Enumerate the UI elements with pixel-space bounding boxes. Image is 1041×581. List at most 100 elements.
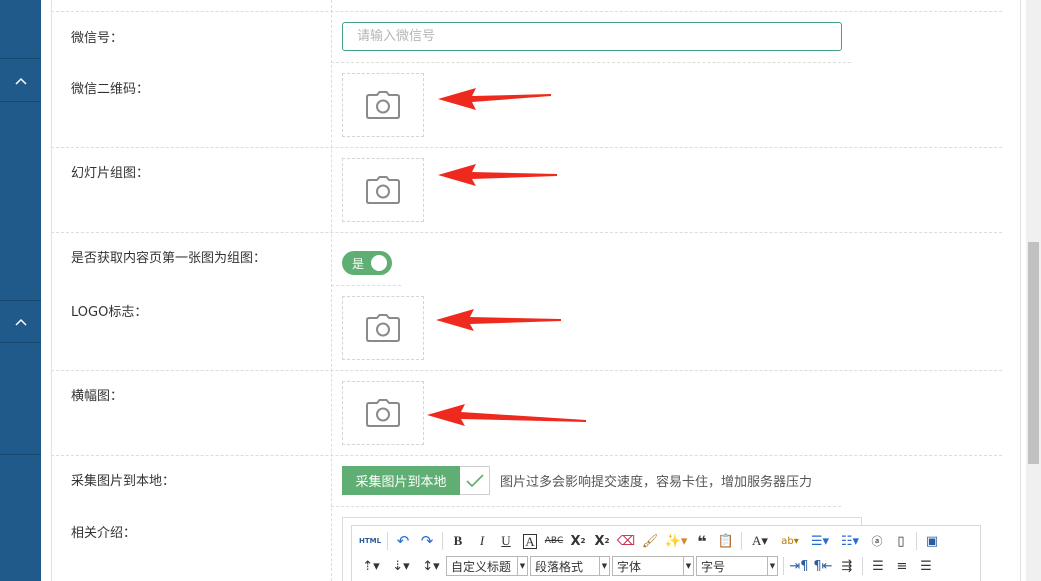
logo-upload[interactable] xyxy=(342,296,424,360)
row-divider xyxy=(51,455,1002,456)
collect-images-checkbox[interactable] xyxy=(460,466,490,495)
scrollbar-thumb[interactable] xyxy=(1028,242,1039,464)
insert-page-icon[interactable]: ▯ xyxy=(889,531,913,551)
wechat-input[interactable] xyxy=(342,22,842,51)
toggle-knob xyxy=(371,255,387,271)
undo-icon[interactable]: ↶ xyxy=(391,531,415,551)
toolbar-separator xyxy=(442,532,443,550)
logo-label: LOGO标志： xyxy=(71,305,148,320)
auto-first-image-label: 是否获取内容页第一张图为组图： xyxy=(71,251,267,266)
row-divider xyxy=(51,147,1002,148)
camera-icon xyxy=(366,399,400,427)
font-color-icon[interactable]: A▾ xyxy=(745,531,775,551)
wechat-label: 微信号： xyxy=(71,31,124,46)
arrow-indicator xyxy=(436,309,561,331)
heading-select-value: 自定义标题 xyxy=(451,559,512,574)
eraser-icon[interactable]: ⌫ xyxy=(614,531,638,551)
row-divider xyxy=(51,370,1002,371)
camera-icon xyxy=(366,91,400,119)
collect-images-tip: 图片过多会影响提交速度，容易卡住，增加服务器压力 xyxy=(500,475,813,490)
row-spacing-bottom-icon[interactable]: ⇣▾ xyxy=(386,556,416,576)
toolbar-separator xyxy=(783,557,784,575)
editor-toolbar: HTML ↶ ↷ B I U A ABC X2 X2 ⌫ 🖌 ✨▾ ❝ 📋 A▾… xyxy=(351,525,981,581)
row-divider xyxy=(331,62,851,63)
row-divider xyxy=(331,285,401,286)
underline-icon[interactable]: U xyxy=(494,531,518,551)
blockquote-icon[interactable]: ❝ xyxy=(690,531,714,551)
row-divider xyxy=(51,232,1002,233)
heading-select[interactable]: 自定义标题 ▼ xyxy=(446,556,528,576)
column-divider xyxy=(331,0,332,581)
ordered-list-icon[interactable]: ☰▾ xyxy=(805,531,835,551)
italic-icon[interactable]: I xyxy=(470,531,494,551)
bold-icon[interactable]: B xyxy=(446,531,470,551)
row-divider xyxy=(51,11,1002,12)
qrcode-label: 微信二维码： xyxy=(71,82,150,97)
dropdown-arrow-icon: ▼ xyxy=(767,557,777,575)
sidebar-block-low xyxy=(0,342,41,455)
toolbar-separator xyxy=(862,557,863,575)
font-size-select-value: 字号 xyxy=(701,559,726,574)
dropdown-arrow-icon: ▼ xyxy=(599,557,609,575)
toolbar-row-1: HTML ↶ ↷ B I U A ABC X2 X2 ⌫ 🖌 ✨▾ ❝ 📋 A▾… xyxy=(356,529,944,553)
font-family-select-value: 字体 xyxy=(617,559,642,574)
paragraph-select[interactable]: 段落格式 ▼ xyxy=(530,556,610,576)
sidebar-block-mid xyxy=(0,101,41,301)
preview-icon[interactable]: ▣ xyxy=(920,531,944,551)
auto-format-icon[interactable]: ✨▾ xyxy=(662,531,690,551)
vertical-scrollbar[interactable] xyxy=(1026,0,1041,581)
toolbar-separator xyxy=(916,532,917,550)
background-color-icon[interactable]: ab▾ xyxy=(775,531,805,551)
qrcode-upload[interactable] xyxy=(342,73,424,137)
chevron-up-icon xyxy=(14,77,27,85)
font-size-select[interactable]: 字号 ▼ xyxy=(696,556,778,576)
dropdown-arrow-icon: ▼ xyxy=(683,557,693,575)
redo-icon[interactable]: ↷ xyxy=(415,531,439,551)
row-divider xyxy=(331,506,841,507)
row-spacing-top-icon[interactable]: ⇡▾ xyxy=(356,556,386,576)
arrow-indicator xyxy=(427,404,586,426)
superscript-icon[interactable]: X2 xyxy=(566,531,590,551)
toolbar-row-2: ⇡▾ ⇣▾ ↕▾ 自定义标题 ▼ 段落格式 ▼ 字体 ▼ 字号 ▼ ⇥¶ ¶⇤ ⇶ ☰ … xyxy=(356,554,938,578)
format-painter-icon[interactable]: 🖌 xyxy=(638,531,662,551)
arrow-indicator xyxy=(438,88,551,110)
arrow-indicator xyxy=(438,164,557,186)
paste-plain-icon[interactable]: 📋 xyxy=(714,531,738,551)
collect-label: 采集图片到本地： xyxy=(71,474,176,489)
sidebar-collapse-toggle-2[interactable] xyxy=(0,301,41,343)
collect-images-button[interactable]: 采集图片到本地 xyxy=(342,466,460,495)
banner-upload[interactable] xyxy=(342,381,424,445)
left-sidebar xyxy=(0,0,41,581)
toggle-state-label: 是 xyxy=(352,257,365,271)
rtl-direction-icon[interactable]: ¶⇤ xyxy=(811,556,835,576)
strikethrough-icon[interactable]: ABC xyxy=(542,531,566,551)
sidebar-block-top xyxy=(0,0,41,59)
toolbar-separator xyxy=(387,532,388,550)
banner-label: 横幅图： xyxy=(71,389,124,404)
align-left-icon[interactable]: ☰ xyxy=(866,556,890,576)
ltr-direction-icon[interactable]: ⇥¶ xyxy=(787,556,811,576)
insert-anchor-icon[interactable]: ⓐ xyxy=(865,531,889,551)
checkmark-icon xyxy=(465,473,484,487)
subscript-icon[interactable]: X2 xyxy=(590,531,614,551)
paragraph-select-value: 段落格式 xyxy=(535,559,584,574)
slides-label: 幻灯片组图： xyxy=(71,166,150,181)
camera-icon xyxy=(366,176,400,204)
camera-icon xyxy=(366,314,400,342)
align-right-icon[interactable]: ☰ xyxy=(914,556,938,576)
indent-icon[interactable]: ⇶ xyxy=(835,556,859,576)
slides-upload[interactable] xyxy=(342,158,424,222)
chevron-up-icon xyxy=(14,318,27,326)
font-border-icon[interactable]: A xyxy=(518,531,542,551)
html-source-icon[interactable]: HTML xyxy=(356,531,384,551)
sidebar-collapse-toggle-1[interactable] xyxy=(0,60,41,102)
align-center-icon[interactable]: ≡ xyxy=(890,556,914,576)
auto-first-image-toggle[interactable]: 是 xyxy=(342,251,392,275)
dropdown-arrow-icon: ▼ xyxy=(517,557,527,575)
line-height-icon[interactable]: ↕▾ xyxy=(416,556,446,576)
unordered-list-icon[interactable]: ☷▾ xyxy=(835,531,865,551)
font-family-select[interactable]: 字体 ▼ xyxy=(612,556,694,576)
toolbar-separator xyxy=(741,532,742,550)
form-area: 微信号： 微信二维码： 幻灯片组图： 是否获取内容页第一张图为组图： 是 LOG… xyxy=(41,0,1026,581)
intro-label: 相关介绍： xyxy=(71,526,137,541)
